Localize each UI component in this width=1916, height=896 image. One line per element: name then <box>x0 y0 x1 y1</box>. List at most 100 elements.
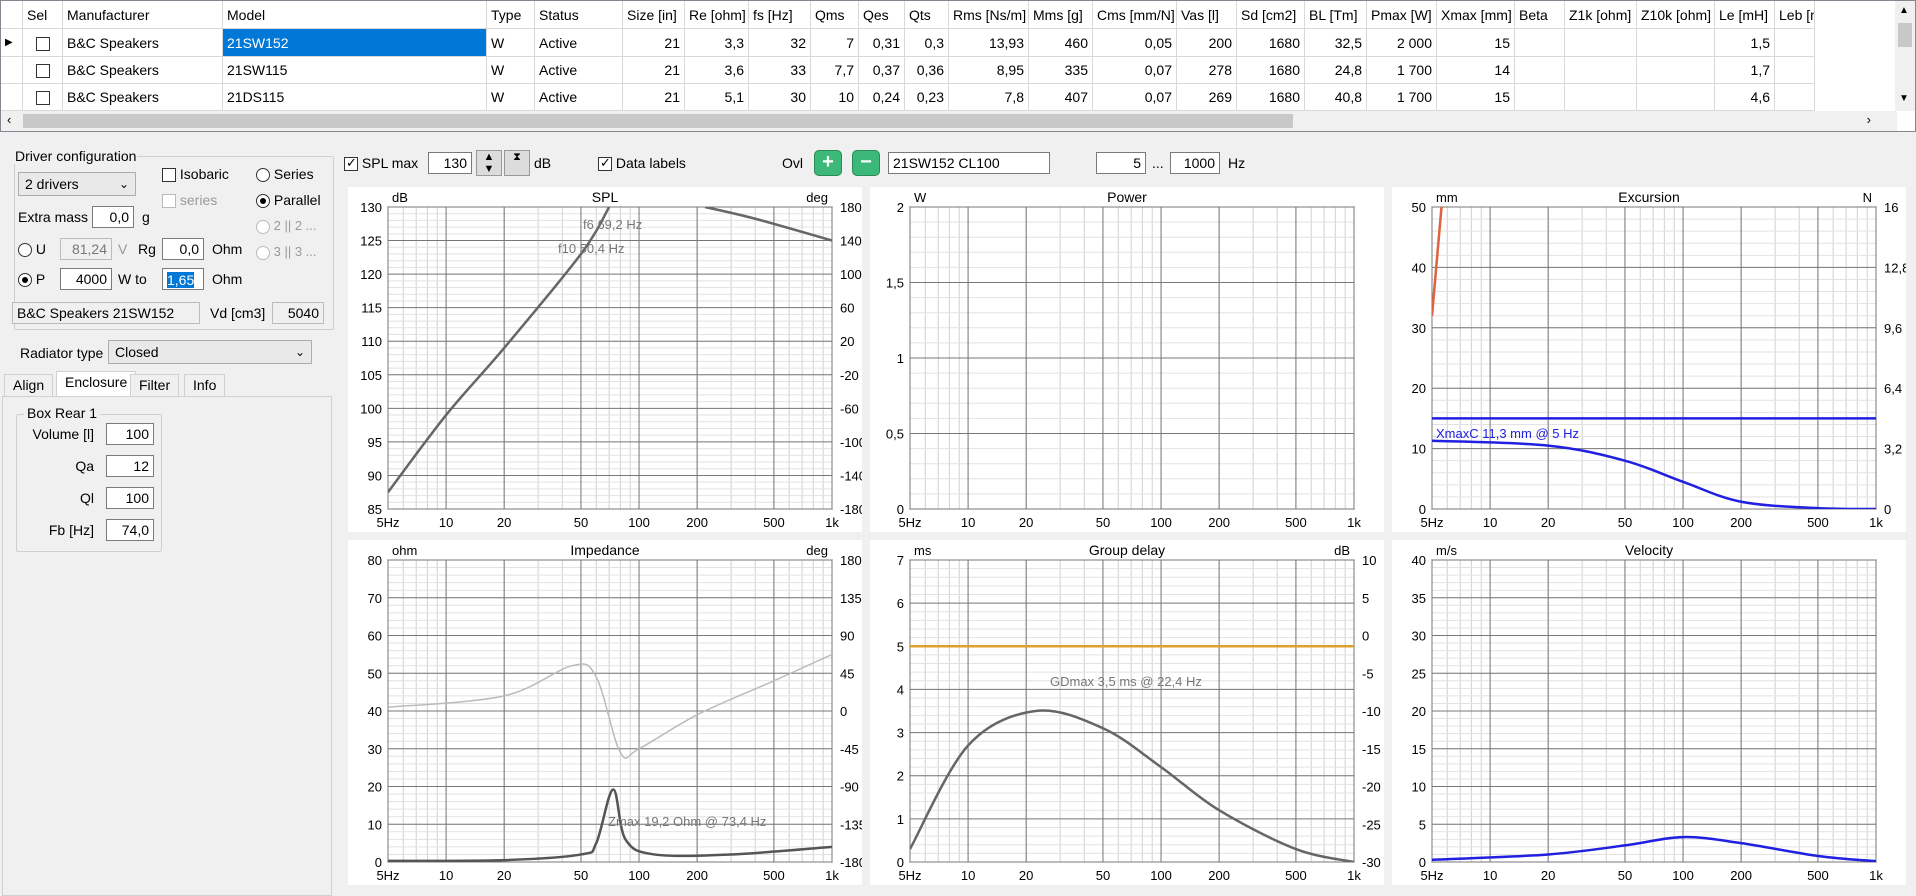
table-cell[interactable]: 21 <box>623 29 685 57</box>
table-cell[interactable]: 0,3 <box>905 29 949 57</box>
overlay-name-input[interactable]: 21SW152 CL100 <box>888 152 1050 174</box>
table-cell[interactable]: 32,5 <box>1305 29 1367 57</box>
table-cell[interactable]: 1680 <box>1237 83 1305 111</box>
voltage-radio-dot[interactable] <box>18 243 32 258</box>
table-cell[interactable]: 10 <box>811 83 859 111</box>
rg-input[interactable]: 0,0 <box>162 238 204 260</box>
select-checkbox[interactable] <box>35 91 50 106</box>
table-cell[interactable]: 1 700 <box>1367 83 1437 111</box>
column-header[interactable]: Pmax [W] <box>1367 1 1437 29</box>
table-cell[interactable]: 5,1 <box>685 83 749 111</box>
table-cell[interactable] <box>1775 29 1815 57</box>
scroll-left-icon[interactable]: ‹ <box>7 112 11 127</box>
table-cell[interactable]: 1680 <box>1237 29 1305 57</box>
table-cell[interactable]: W <box>487 83 535 111</box>
series-radio-dot[interactable] <box>256 168 270 183</box>
table-cell[interactable]: 1 700 <box>1367 56 1437 84</box>
table-cell[interactable]: 0,07 <box>1093 56 1177 84</box>
scroll-down-icon[interactable]: ▼ <box>1899 93 1909 104</box>
table-cell[interactable] <box>1637 56 1715 84</box>
spl-fit-icon[interactable]: ⧗ <box>504 150 530 176</box>
column-header[interactable]: Type <box>487 1 535 29</box>
table-cell[interactable]: 335 <box>1029 56 1093 84</box>
column-header[interactable]: Qts <box>905 1 949 29</box>
table-cell[interactable]: 3,3 <box>685 29 749 57</box>
overlay-add-icon[interactable]: + <box>814 150 842 176</box>
table-cell[interactable]: 33 <box>749 56 811 84</box>
radiator-type-select[interactable]: Closed ⌄ <box>108 340 312 364</box>
scroll-thumb[interactable] <box>1898 23 1912 47</box>
scroll-up-icon[interactable]: ▲ <box>1899 5 1909 16</box>
scroll-thumb[interactable] <box>23 114 1293 128</box>
table-row[interactable]: ▶ B&C Speakers 21SW152 W Active 21 3,3 32 7 0,31 0… <box>1 29 1897 57</box>
table-cell[interactable]: B&C Speakers <box>63 29 223 57</box>
table-cell[interactable]: 14 <box>1437 56 1515 84</box>
freq-to-input[interactable]: 1000 <box>1170 152 1220 174</box>
series-radio[interactable]: Series <box>256 166 314 183</box>
column-header[interactable]: Beta <box>1515 1 1565 29</box>
table-cell[interactable]: 13,93 <box>949 29 1029 57</box>
column-header[interactable]: Xmax [mm] <box>1437 1 1515 29</box>
column-header[interactable]: Re [ohm] <box>685 1 749 29</box>
column-header[interactable]: Model <box>223 1 487 29</box>
table-cell[interactable]: W <box>487 29 535 57</box>
column-header[interactable]: Qes <box>859 1 905 29</box>
ql-input[interactable]: 100 <box>106 487 154 509</box>
table-cell[interactable]: B&C Speakers <box>63 83 223 111</box>
table-cell[interactable]: 7,8 <box>949 83 1029 111</box>
select-cell[interactable] <box>23 83 63 111</box>
table-cell[interactable]: 1680 <box>1237 56 1305 84</box>
column-header[interactable]: Vas [l] <box>1177 1 1237 29</box>
tab-align[interactable]: Align <box>4 374 54 396</box>
table-cell[interactable]: B&C Speakers <box>63 56 223 84</box>
table-cell[interactable] <box>1775 83 1815 111</box>
grid-horizontal-scrollbar[interactable]: ‹ › <box>1 111 1897 131</box>
column-header[interactable]: fs [Hz] <box>749 1 811 29</box>
isobaric-checkbox[interactable]: Isobaric <box>162 166 229 183</box>
table-cell[interactable]: 0,23 <box>905 83 949 111</box>
voltage-radio[interactable]: U <box>18 241 46 258</box>
volume-input[interactable]: 100 <box>106 423 154 445</box>
table-cell[interactable]: 40,8 <box>1305 83 1367 111</box>
spl-max-checkbox[interactable]: SPL max <box>344 155 418 172</box>
table-cell[interactable] <box>1565 83 1637 111</box>
table-cell[interactable]: 21 <box>623 83 685 111</box>
wto-input[interactable]: 1,65 <box>162 268 204 290</box>
table-cell[interactable]: 30 <box>749 83 811 111</box>
column-header[interactable]: Status <box>535 1 623 29</box>
table-cell[interactable] <box>1637 29 1715 57</box>
table-cell[interactable]: 0,07 <box>1093 83 1177 111</box>
row-header[interactable] <box>1 56 23 84</box>
table-cell[interactable]: 0,37 <box>859 56 905 84</box>
select-checkbox[interactable] <box>35 37 50 52</box>
spl-max-input[interactable]: 130 <box>428 152 472 174</box>
table-cell[interactable]: 32 <box>749 29 811 57</box>
table-cell[interactable]: 15 <box>1437 83 1515 111</box>
table-cell[interactable]: 0,24 <box>859 83 905 111</box>
extra-mass-input[interactable]: 0,0 <box>92 206 134 228</box>
tab-filter[interactable]: Filter <box>130 374 180 396</box>
select-checkbox[interactable] <box>35 64 50 79</box>
table-cell[interactable]: 21DS115 <box>223 83 487 111</box>
column-header[interactable]: Cms [mm/N] <box>1093 1 1177 29</box>
column-header[interactable]: BL [Tm] <box>1305 1 1367 29</box>
overlay-remove-icon[interactable]: − <box>852 150 880 176</box>
table-cell[interactable]: 3,6 <box>685 56 749 84</box>
spl-up-down-icon[interactable]: ▲ ▼ <box>476 150 502 176</box>
parallel-radio[interactable]: Parallel <box>256 192 321 209</box>
table-cell[interactable]: 8,95 <box>949 56 1029 84</box>
table-cell[interactable]: 0,05 <box>1093 29 1177 57</box>
power-input[interactable]: 4000 <box>60 268 112 290</box>
table-cell[interactable]: 200 <box>1177 29 1237 57</box>
column-header[interactable]: Sel <box>23 1 63 29</box>
column-header[interactable]: Leb [mH <box>1775 1 1815 29</box>
table-cell[interactable]: W <box>487 56 535 84</box>
column-header[interactable]: Le [mH] <box>1715 1 1775 29</box>
table-cell[interactable]: 407 <box>1029 83 1093 111</box>
tab-info[interactable]: Info <box>184 374 226 396</box>
table-cell[interactable]: 1,7 <box>1715 56 1775 84</box>
drivers-count-select[interactable]: 2 drivers ⌄ <box>18 172 136 196</box>
select-cell[interactable] <box>23 56 63 84</box>
table-cell[interactable]: 4,6 <box>1715 83 1775 111</box>
table-cell[interactable] <box>1565 56 1637 84</box>
